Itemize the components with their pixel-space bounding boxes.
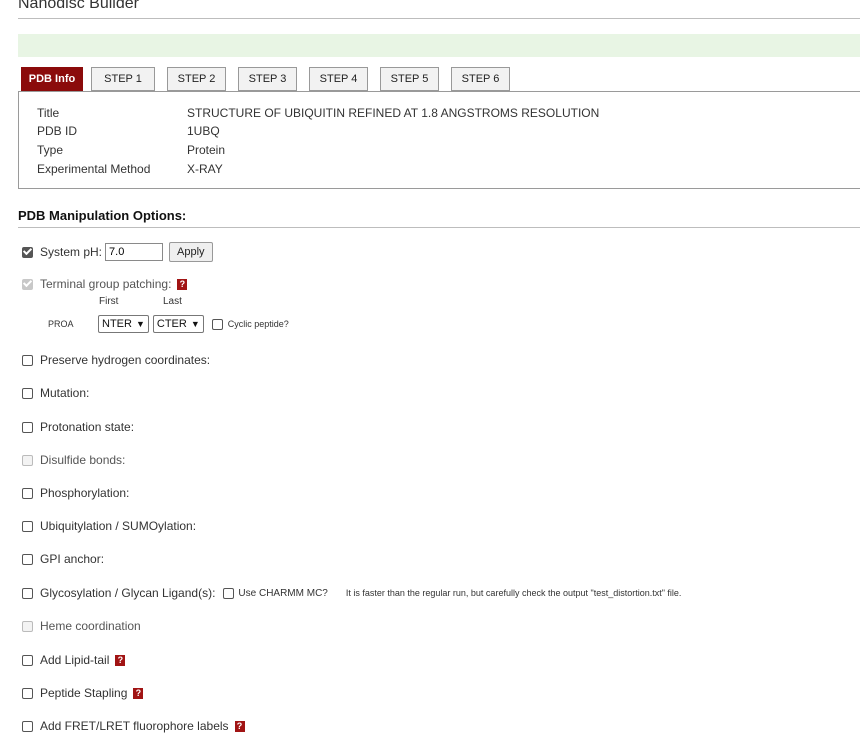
system-ph-input[interactable] — [105, 243, 164, 261]
info-label: PDB ID — [37, 124, 78, 138]
disulfide-label: Disulfide bonds: — [40, 453, 126, 467]
terminal-patching-option: Terminal group patching: ? — [22, 277, 188, 291]
help-icon[interactable]: ? — [234, 720, 245, 732]
last-terminal-value: CTER — [156, 318, 187, 330]
info-value: 1UBQ — [187, 124, 220, 138]
page-title: Nanodisc Builder — [18, 0, 139, 12]
heme-checkbox[interactable] — [22, 620, 33, 632]
charmm-mc-checkbox[interactable] — [223, 587, 235, 599]
phosphorylation-label: Phosphorylation: — [40, 486, 130, 500]
glycosylation-label: Glycosylation / Glycan Ligand(s): — [40, 586, 216, 600]
protonation-label: Protonation state: — [40, 420, 135, 434]
peptide-stapling-label: Peptide Stapling — [40, 686, 128, 700]
fret-option: Add FRET/LRET fluorophore labels ? — [22, 719, 245, 733]
terminal-patching-checkbox[interactable] — [22, 278, 33, 290]
disulfide-option: Disulfide bonds: — [22, 453, 125, 467]
help-icon[interactable]: ? — [115, 654, 126, 666]
tab-pdb-info[interactable]: PDB Info — [21, 67, 83, 91]
system-ph-option: System pH: Apply — [22, 242, 213, 262]
ubiquitylation-option: Ubiquitylation / SUMOylation: — [22, 519, 196, 533]
mutation-option: Mutation: — [22, 386, 89, 400]
info-label: Title — [37, 106, 60, 120]
glycosylation-checkbox[interactable] — [22, 587, 33, 599]
glycosylation-option: Glycosylation / Glycan Ligand(s): Use CH… — [22, 586, 681, 600]
tab-step-4[interactable]: STEP 4 — [309, 67, 368, 91]
glycosylation-note: It is faster than the regular run, but c… — [345, 588, 682, 598]
help-icon[interactable]: ? — [133, 687, 144, 699]
fret-label: Add FRET/LRET fluorophore labels — [40, 719, 229, 733]
info-value: Protein — [187, 143, 226, 157]
disulfide-checkbox[interactable] — [22, 454, 33, 466]
ubiquitylation-label: Ubiquitylation / SUMOylation: — [40, 519, 197, 533]
status-bar — [18, 34, 860, 57]
charmm-mc-label: Use CHARMM MC? — [238, 587, 328, 599]
lipid-tail-label: Add Lipid-tail — [40, 653, 110, 667]
phosphorylation-checkbox[interactable] — [22, 487, 33, 499]
heme-label: Heme coordination — [40, 619, 141, 633]
phosphorylation-option: Phosphorylation: — [22, 486, 129, 500]
tab-step-6[interactable]: STEP 6 — [451, 67, 510, 91]
last-column-label: Last — [163, 296, 182, 307]
lipid-tail-checkbox[interactable] — [22, 654, 33, 666]
help-icon[interactable]: ? — [177, 278, 188, 290]
cyclic-peptide-label: Cyclic peptide? — [227, 319, 289, 329]
peptide-stapling-checkbox[interactable] — [22, 687, 33, 699]
preserve-hydrogen-option: Preserve hydrogen coordinates: — [22, 353, 210, 367]
chevron-down-icon: ▼ — [135, 319, 145, 329]
tab-step-2[interactable]: STEP 2 — [167, 67, 226, 91]
heme-option: Heme coordination — [22, 619, 141, 633]
first-terminal-select[interactable]: NTER ▼ — [98, 315, 149, 333]
section-heading: PDB Manipulation Options: — [18, 208, 187, 223]
first-column-label: First — [99, 296, 119, 307]
ubiquitylation-checkbox[interactable] — [22, 520, 33, 532]
chain-label: PROA — [48, 319, 74, 329]
mutation-checkbox[interactable] — [22, 387, 33, 399]
pdb-info-panel: Title STRUCTURE OF UBIQUITIN REFINED AT … — [18, 91, 860, 189]
first-terminal-value: NTER — [102, 318, 132, 330]
lipid-tail-option: Add Lipid-tail ? — [22, 653, 126, 667]
apply-button[interactable]: Apply — [169, 242, 213, 262]
tab-step-5[interactable]: STEP 5 — [380, 67, 439, 91]
last-terminal-select[interactable]: CTER ▼ — [152, 315, 204, 333]
tab-step-1[interactable]: STEP 1 — [91, 67, 155, 91]
fret-checkbox[interactable] — [22, 720, 33, 732]
gpi-anchor-checkbox[interactable] — [22, 553, 33, 565]
system-ph-checkbox[interactable] — [22, 246, 33, 258]
protonation-option: Protonation state: — [22, 420, 134, 434]
gpi-anchor-option: GPI anchor: — [22, 552, 104, 566]
protonation-checkbox[interactable] — [22, 421, 33, 433]
system-ph-label: System pH: — [40, 245, 103, 259]
preserve-hydrogen-label: Preserve hydrogen coordinates: — [40, 353, 211, 367]
preserve-hydrogen-checkbox[interactable] — [22, 354, 33, 366]
cyclic-peptide-checkbox[interactable] — [211, 318, 223, 330]
terminal-row: PROA NTER ▼ CTER ▼ Cyclic peptide? — [48, 315, 289, 333]
gpi-anchor-label: GPI anchor: — [40, 552, 105, 566]
tab-step-3[interactable]: STEP 3 — [238, 67, 297, 91]
peptide-stapling-option: Peptide Stapling ? — [22, 686, 144, 700]
section-divider — [18, 227, 860, 228]
info-label: Experimental Method — [37, 162, 151, 176]
info-value: X-RAY — [187, 162, 223, 176]
info-label: Type — [37, 143, 64, 157]
info-value: STRUCTURE OF UBIQUITIN REFINED AT 1.8 AN… — [187, 106, 600, 120]
title-divider — [18, 18, 860, 19]
chevron-down-icon: ▼ — [190, 319, 200, 329]
terminal-patching-label: Terminal group patching: — [40, 277, 172, 291]
mutation-label: Mutation: — [40, 386, 90, 400]
